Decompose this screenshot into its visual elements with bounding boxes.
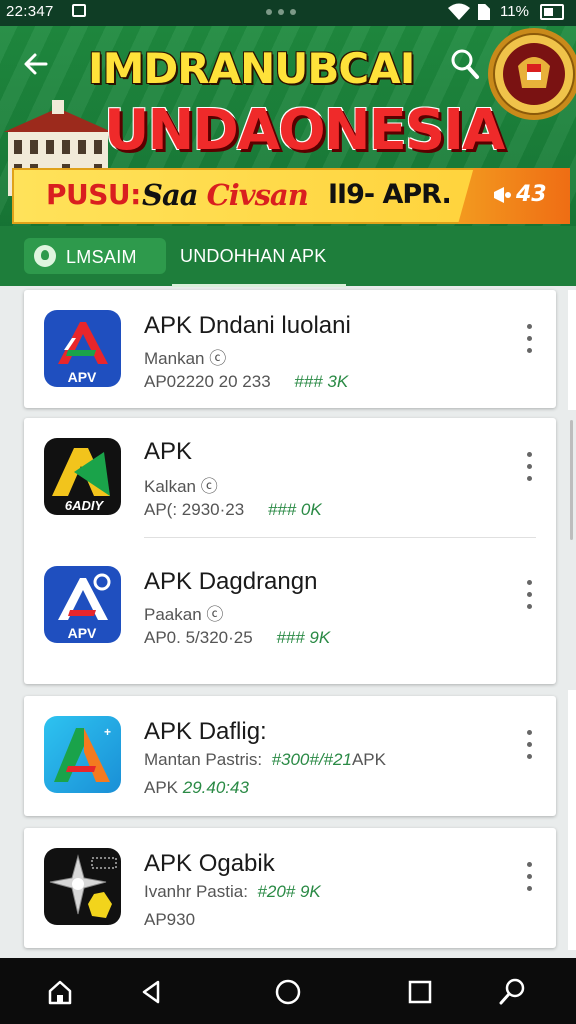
more-options-icon[interactable] [520,862,538,892]
tab-label: LMSAIM [66,247,137,267]
promo-badge[interactable]: 43 [458,168,570,224]
more-options-icon[interactable] [520,730,538,760]
android-icon [34,245,56,267]
app-developer: Ivanhr Pastia: #20# 9K [144,882,321,901]
megaphone-icon [494,187,511,203]
app-name: APK Daflig: [144,718,267,745]
red-a-icon: APV [44,310,121,387]
promo-strip[interactable]: PUSU: Saa Civsan II9- APR. [12,168,526,224]
list-item[interactable]: + APK Daflig: Mantan Pastris: #300#/#21A… [24,696,556,816]
search-icon [451,49,479,79]
app-developer: Mantan Pastris: #300#/#21APK [144,750,386,769]
app-name: APK [144,438,193,465]
tab-undohhan-apk[interactable]: UNDOHHAN APK [180,246,326,267]
status-time: 22:347 [6,3,54,20]
svg-text:6ADIY: 6ADIY [65,498,105,513]
battery-percent: 11% [500,3,529,20]
search-button[interactable] [450,48,480,80]
promo-date: II9- APR. [328,179,452,210]
home-button[interactable] [44,976,76,1008]
app-meta: AP930 [144,910,196,929]
arrow-left-icon [24,53,48,75]
app-meta: AP02220 20 233 ### 3K [144,372,349,391]
back-nav-button[interactable] [136,976,168,1008]
promo-name: Saa Civsan [142,178,309,212]
svg-text:APV: APV [68,625,97,641]
search-icon [499,978,525,1005]
scrollbar[interactable] [570,420,573,540]
app-name: APK Ogabik [144,850,275,877]
promo-label: PUSU: [46,178,141,211]
app-card: 6ADIY APK Kalkan ⓒ AP(: 2930·23 ### 0K A… [24,418,556,684]
app-meta: APK 29.40:43 [144,778,249,797]
garuda-emblem-icon [488,28,576,120]
tab-bar: LMSAIM UNDOHHAN APK [0,226,576,287]
back-button[interactable] [22,50,54,80]
gold-a-icon: 6ADIY [44,438,121,515]
app-developer: Paakan ⓒ [144,605,224,624]
triangle-back-icon [142,980,160,1004]
navigation-bar [0,958,576,1024]
home-circle-button[interactable] [272,976,304,1008]
list-item[interactable]: 6ADIY APK Kalkan ⓒ AP(: 2930·23 ### 0K [24,418,556,538]
status-bar: 22:347 11% [0,0,576,26]
recents-button[interactable] [404,976,436,1008]
image-notification-icon [72,4,86,17]
circle-home-icon [275,979,301,1005]
app-name: APK Dndani luolani [144,312,351,339]
scroll-gutter [568,690,576,950]
svg-text:+: + [104,725,111,739]
app-meta: AP(: 2930·23 ### 0K [144,500,322,519]
wifi-icon [448,3,470,20]
gradient-a-icon: + [44,716,121,793]
app-name: APK Dagdrangn [144,568,318,595]
promo-badge-count: 43 [516,182,547,207]
app-meta: AP0. 5/320·25 ### 9K [144,628,331,647]
list-item[interactable]: APK Ogabik Ivanhr Pastia: #20# 9K AP930 [24,828,556,948]
star-icon [44,848,121,925]
battery-icon [540,4,564,20]
more-options-icon[interactable] [520,452,538,482]
app-card: APK Ogabik Ivanhr Pastia: #20# 9K AP930 [24,828,556,948]
more-notifications-icon [266,9,296,15]
home-icon [48,980,72,1005]
app-developer: Kalkan ⓒ [144,477,218,496]
more-options-icon[interactable] [520,580,538,610]
tab-lmsaim[interactable]: LMSAIM [24,238,166,274]
tab-indicator [172,284,346,287]
app-card: APV APK Dndani luolani Mankan ⓒ AP02220 … [24,290,556,408]
list-item[interactable]: APV APK Dagdrangn Paakan ⓒ AP0. 5/320·25… [24,546,556,666]
sim-icon [478,4,490,20]
list-item[interactable]: APV APK Dndani luolani Mankan ⓒ AP02220 … [24,290,556,410]
search-nav-button[interactable] [496,976,528,1008]
scroll-gutter [568,290,576,410]
banner-title-line2: UNDAONESIA [104,98,505,163]
svg-text:APV: APV [68,369,97,385]
banner-title-line1: IMDRANUBCAI [88,44,415,93]
divider [144,537,536,538]
square-recents-icon [408,980,432,1004]
app-card: + APK Daflig: Mantan Pastris: #300#/#21A… [24,696,556,816]
blue-a-icon: APV [44,566,121,643]
app-developer: Mankan ⓒ [144,349,227,368]
more-options-icon[interactable] [520,324,538,354]
